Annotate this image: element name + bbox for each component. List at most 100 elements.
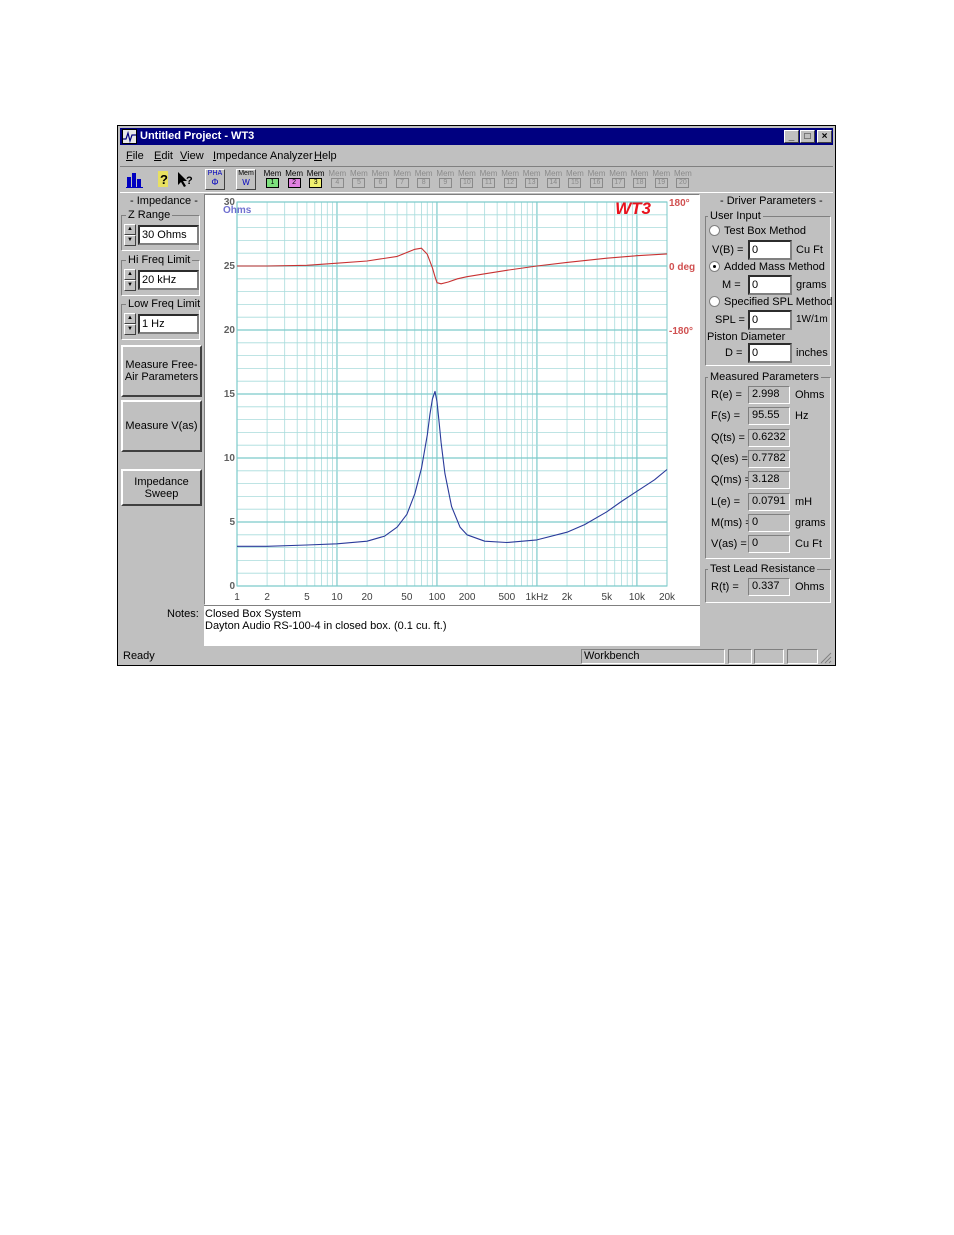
bar-chart-tool[interactable]	[125, 169, 145, 190]
resize-grip-icon[interactable]	[819, 651, 832, 664]
minimize-button[interactable]: _	[784, 130, 799, 143]
memory-button-12[interactable]: Mem 12	[501, 170, 520, 190]
low-freq-label: Low Freq Limit	[126, 298, 203, 310]
menu-help[interactable]: Help	[314, 150, 337, 162]
memory-button-7[interactable]: Mem 7	[393, 170, 412, 190]
y-tick-label: 5	[229, 517, 235, 528]
memory-button-11[interactable]: Mem 11	[479, 170, 498, 190]
x-tick-label: 20k	[659, 592, 676, 603]
close-button[interactable]: ×	[817, 130, 832, 143]
memory-button-14[interactable]: Mem 14	[544, 170, 563, 190]
memory-label: Mem	[609, 169, 627, 178]
piston-diameter-label: Piston Diameter	[707, 331, 786, 343]
spl-field[interactable]: 0	[748, 310, 792, 330]
spl-method-label: Specified SPL Method	[724, 296, 833, 308]
memory-label: Mem	[458, 169, 476, 178]
impedance-chart: 1 2 5 10 20 50 100 200 500 1kHz 2k 5k 10k 20k05101520…	[223, 197, 695, 603]
memory-label: Mem	[630, 169, 649, 178]
measured-value: 0.0791	[748, 492, 790, 511]
memory-label: Mem	[414, 169, 433, 178]
app-window: Untitled Project - WT3 _ □ × File Edit V…	[117, 125, 836, 666]
memory-button-17[interactable]: Mem 17	[609, 170, 628, 190]
vb-label: V(B) =	[712, 244, 744, 256]
memory-button-15[interactable]: Mem 15	[565, 170, 584, 190]
memory-label: Mem	[328, 169, 347, 178]
hi-freq-spinner[interactable]: ▲ ▼	[124, 269, 136, 291]
axis-labels: 1 2 5 10 20 50 100 200 500 1kHz 2k 5k 10k 20k05101520…	[224, 197, 695, 603]
hi-freq-label: Hi Freq Limit	[126, 254, 193, 266]
z-range-spinner[interactable]: ▲ ▼	[124, 224, 136, 246]
memory-button-19[interactable]: Mem 19	[652, 170, 671, 190]
memory-number: 20	[676, 178, 690, 188]
x-tick-label: 1	[234, 592, 240, 603]
memory-number: 17	[611, 178, 625, 188]
memory-button-2[interactable]: Mem 2	[285, 170, 304, 190]
impedance-sweep-button[interactable]: Impedance Sweep	[121, 469, 202, 506]
menu-file[interactable]: File	[126, 150, 144, 162]
memory-label: Mem	[436, 169, 455, 178]
phase-tick-label: -180°	[669, 326, 693, 337]
measure-free-air-button[interactable]: Measure Free-Air Parameters	[121, 345, 202, 397]
title-bar[interactable]: Untitled Project - WT3 _ □ ×	[120, 128, 833, 145]
menu-view[interactable]: View	[180, 150, 204, 162]
measured-name: V(as) =	[711, 538, 747, 551]
menu-edit[interactable]: Edit	[154, 150, 173, 162]
d-field[interactable]: 0	[748, 343, 792, 363]
spl-method-radio[interactable]	[709, 296, 720, 307]
memory-button-9[interactable]: Mem 9	[436, 170, 455, 190]
x-tick-label: 20	[362, 592, 374, 603]
test-lead-label: Test Lead Resistance	[708, 563, 818, 575]
notes-line-2: Dayton Audio RS-100-4 in closed box. (0.…	[205, 620, 447, 632]
hi-freq-field[interactable]: 20 kHz	[138, 270, 199, 290]
measured-value: 0	[748, 535, 790, 554]
memory-label: Mem	[350, 169, 368, 178]
memory-button-6[interactable]: Mem 6	[371, 170, 390, 190]
phase-tick-label: 180°	[669, 198, 690, 209]
memory-number: 12	[503, 178, 517, 188]
mem-w-button[interactable]: Mem W	[236, 169, 256, 190]
x-tick-label: 2k	[562, 592, 574, 603]
memory-button-10[interactable]: Mem 10	[457, 170, 476, 190]
x-tick-label: 500	[498, 592, 515, 603]
measured-value: 0	[748, 513, 790, 532]
m-label: M =	[722, 279, 741, 291]
memory-label: Mem	[674, 169, 692, 178]
memory-button-16[interactable]: Mem 16	[587, 170, 606, 190]
measured-name: Q(ts) =	[711, 431, 745, 444]
m-field[interactable]: 0	[748, 275, 792, 295]
memory-button-8[interactable]: Mem 8	[414, 170, 433, 190]
memory-button-1[interactable]: Mem 1	[263, 170, 282, 190]
measured-unit: Hz	[795, 410, 809, 423]
measured-name: L(e) =	[711, 495, 741, 508]
z-range-field[interactable]: 30 Ohms	[138, 225, 199, 245]
measure-vas-button[interactable]: Measure V(as)	[121, 400, 202, 452]
test-box-radio[interactable]	[709, 225, 720, 236]
memory-button-18[interactable]: Mem 18	[630, 170, 649, 190]
x-tick-label: 10	[331, 592, 343, 603]
vb-field[interactable]: 0	[748, 240, 792, 260]
pointer-help-icon: ?	[178, 172, 193, 187]
low-freq-spinner[interactable]: ▲ ▼	[124, 313, 136, 335]
measured-value: 95.55	[748, 407, 790, 426]
memory-number: 9	[438, 178, 452, 188]
memory-button-3[interactable]: Mem 3	[306, 170, 325, 190]
memory-number: 3	[309, 178, 323, 188]
memory-button-20[interactable]: Mem 20	[673, 170, 692, 190]
notes-line-1: Closed Box System	[205, 608, 301, 620]
memory-number: 6	[374, 178, 387, 188]
low-freq-field[interactable]: 1 Hz	[138, 314, 199, 334]
memory-label: Mem	[587, 169, 606, 178]
measured-name: R(e) =	[711, 389, 742, 401]
status-mode: Workbench	[581, 649, 725, 664]
menu-impedance-analyzer[interactable]: Impedance Analyzer	[213, 150, 313, 162]
memory-label: Mem	[263, 169, 282, 178]
memory-button-4[interactable]: Mem 4	[328, 170, 347, 190]
help-tool[interactable]: ?	[153, 169, 173, 190]
memory-button-13[interactable]: Mem 13	[522, 170, 541, 190]
added-mass-radio[interactable]	[709, 261, 720, 272]
context-help-tool[interactable]: ?	[175, 169, 195, 190]
maximize-button[interactable]: □	[800, 130, 815, 143]
memory-button-5[interactable]: Mem 5	[349, 170, 368, 190]
phase-toggle-button[interactable]: PHA Φ	[205, 169, 225, 190]
notes-area[interactable]: Closed Box System Dayton Audio RS-100-4 …	[204, 605, 700, 646]
